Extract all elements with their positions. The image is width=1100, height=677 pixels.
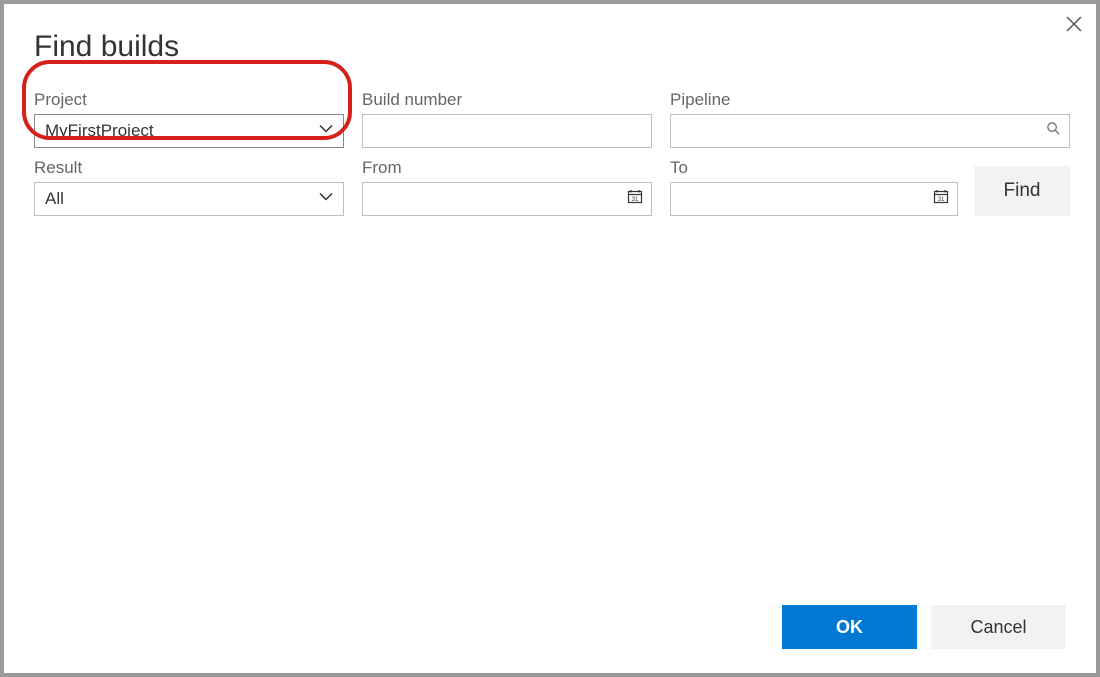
to-label: To: [670, 158, 958, 178]
from-input[interactable]: 31: [362, 182, 652, 216]
pipeline-field: Pipeline: [670, 90, 1070, 148]
pipeline-input[interactable]: [670, 114, 1070, 148]
svg-text:31: 31: [632, 197, 639, 203]
to-input[interactable]: 31: [670, 182, 958, 216]
project-dropdown[interactable]: MyFirstProject: [34, 114, 344, 148]
from-field: From 31: [362, 158, 652, 216]
find-builds-dialog: Find builds Project MyFirstProject Build…: [4, 4, 1096, 673]
dialog-title: Find builds: [34, 30, 1066, 64]
chevron-down-icon: [317, 120, 335, 143]
result-value: All: [45, 189, 64, 209]
calendar-icon[interactable]: 31: [933, 189, 949, 210]
ok-button[interactable]: OK: [782, 605, 917, 649]
close-icon: [1066, 16, 1082, 32]
build-number-label: Build number: [362, 90, 652, 110]
project-label: Project: [34, 90, 344, 110]
result-dropdown[interactable]: All: [34, 182, 344, 216]
chevron-down-icon: [317, 188, 335, 211]
project-field: Project MyFirstProject: [34, 90, 344, 148]
build-number-input[interactable]: [362, 114, 652, 148]
cancel-button[interactable]: Cancel: [931, 605, 1066, 649]
close-button[interactable]: [1066, 14, 1082, 36]
calendar-icon[interactable]: 31: [627, 189, 643, 210]
dialog-footer: OK Cancel: [782, 605, 1066, 649]
to-find-wrap: To 31 Find: [670, 158, 1070, 216]
find-button[interactable]: Find: [974, 166, 1070, 216]
result-label: Result: [34, 158, 344, 178]
search-icon[interactable]: [1046, 121, 1061, 141]
svg-text:31: 31: [938, 197, 945, 203]
form-grid: Project MyFirstProject Build number Pipe…: [34, 90, 1066, 216]
from-label: From: [362, 158, 652, 178]
project-value: MyFirstProject: [45, 121, 154, 141]
pipeline-label: Pipeline: [670, 90, 1070, 110]
to-field: To 31: [670, 158, 958, 216]
result-field: Result All: [34, 158, 344, 216]
build-number-field: Build number: [362, 90, 652, 148]
